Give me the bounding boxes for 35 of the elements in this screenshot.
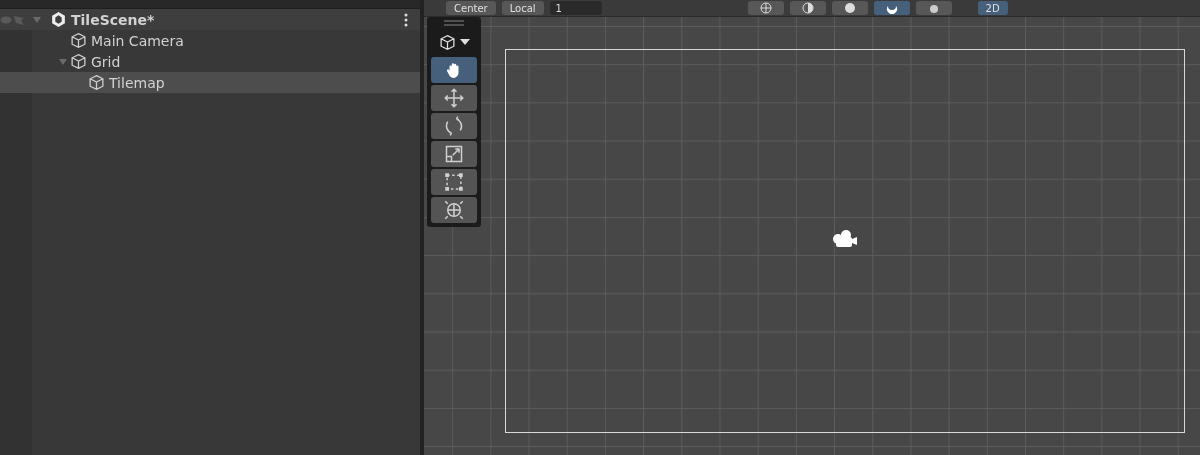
space-dropdown[interactable]: Local <box>501 1 544 15</box>
shading-button[interactable] <box>915 1 952 15</box>
tool-button[interactable] <box>431 57 477 83</box>
shading-button[interactable] <box>873 1 910 15</box>
rotate-icon <box>444 116 464 136</box>
shading-button[interactable] <box>789 1 826 15</box>
tool-button[interactable] <box>431 85 477 111</box>
tool-button[interactable] <box>431 113 477 139</box>
hierarchy-item[interactable]: Tilemap <box>0 72 420 93</box>
transform-icon <box>444 200 464 220</box>
cube-icon <box>88 74 105 91</box>
hierarchy-item[interactable]: Grid <box>0 51 420 72</box>
hierarchy-item[interactable]: Main Camera <box>0 30 420 51</box>
more-options-icon[interactable] <box>404 12 408 27</box>
cube-icon <box>438 33 456 51</box>
drag-handle-icon[interactable] <box>443 19 465 27</box>
cube-icon <box>70 32 87 49</box>
wireframe-sphere-icon <box>759 2 772 14</box>
cube-icon <box>70 53 87 70</box>
pivot-dropdown[interactable]: Center <box>446 1 496 15</box>
tool-button[interactable] <box>431 197 477 223</box>
rect-tool-icon <box>444 172 464 192</box>
tool-button[interactable] <box>431 141 477 167</box>
shading-button[interactable] <box>831 1 868 15</box>
view-mode-button[interactable]: 2D <box>977 1 1008 15</box>
scene-header[interactable]: TileScene* <box>0 9 420 30</box>
snap-field[interactable]: 1 <box>549 1 602 15</box>
dropdown-caret-icon[interactable] <box>459 38 470 46</box>
scene-icon <box>50 11 67 28</box>
move-arrows-icon <box>444 88 464 108</box>
half-sphere-icon <box>801 2 814 14</box>
sphere-icon <box>843 2 856 14</box>
shading-button[interactable] <box>747 1 784 15</box>
tool-button[interactable] <box>431 169 477 195</box>
scale-icon <box>444 144 464 164</box>
